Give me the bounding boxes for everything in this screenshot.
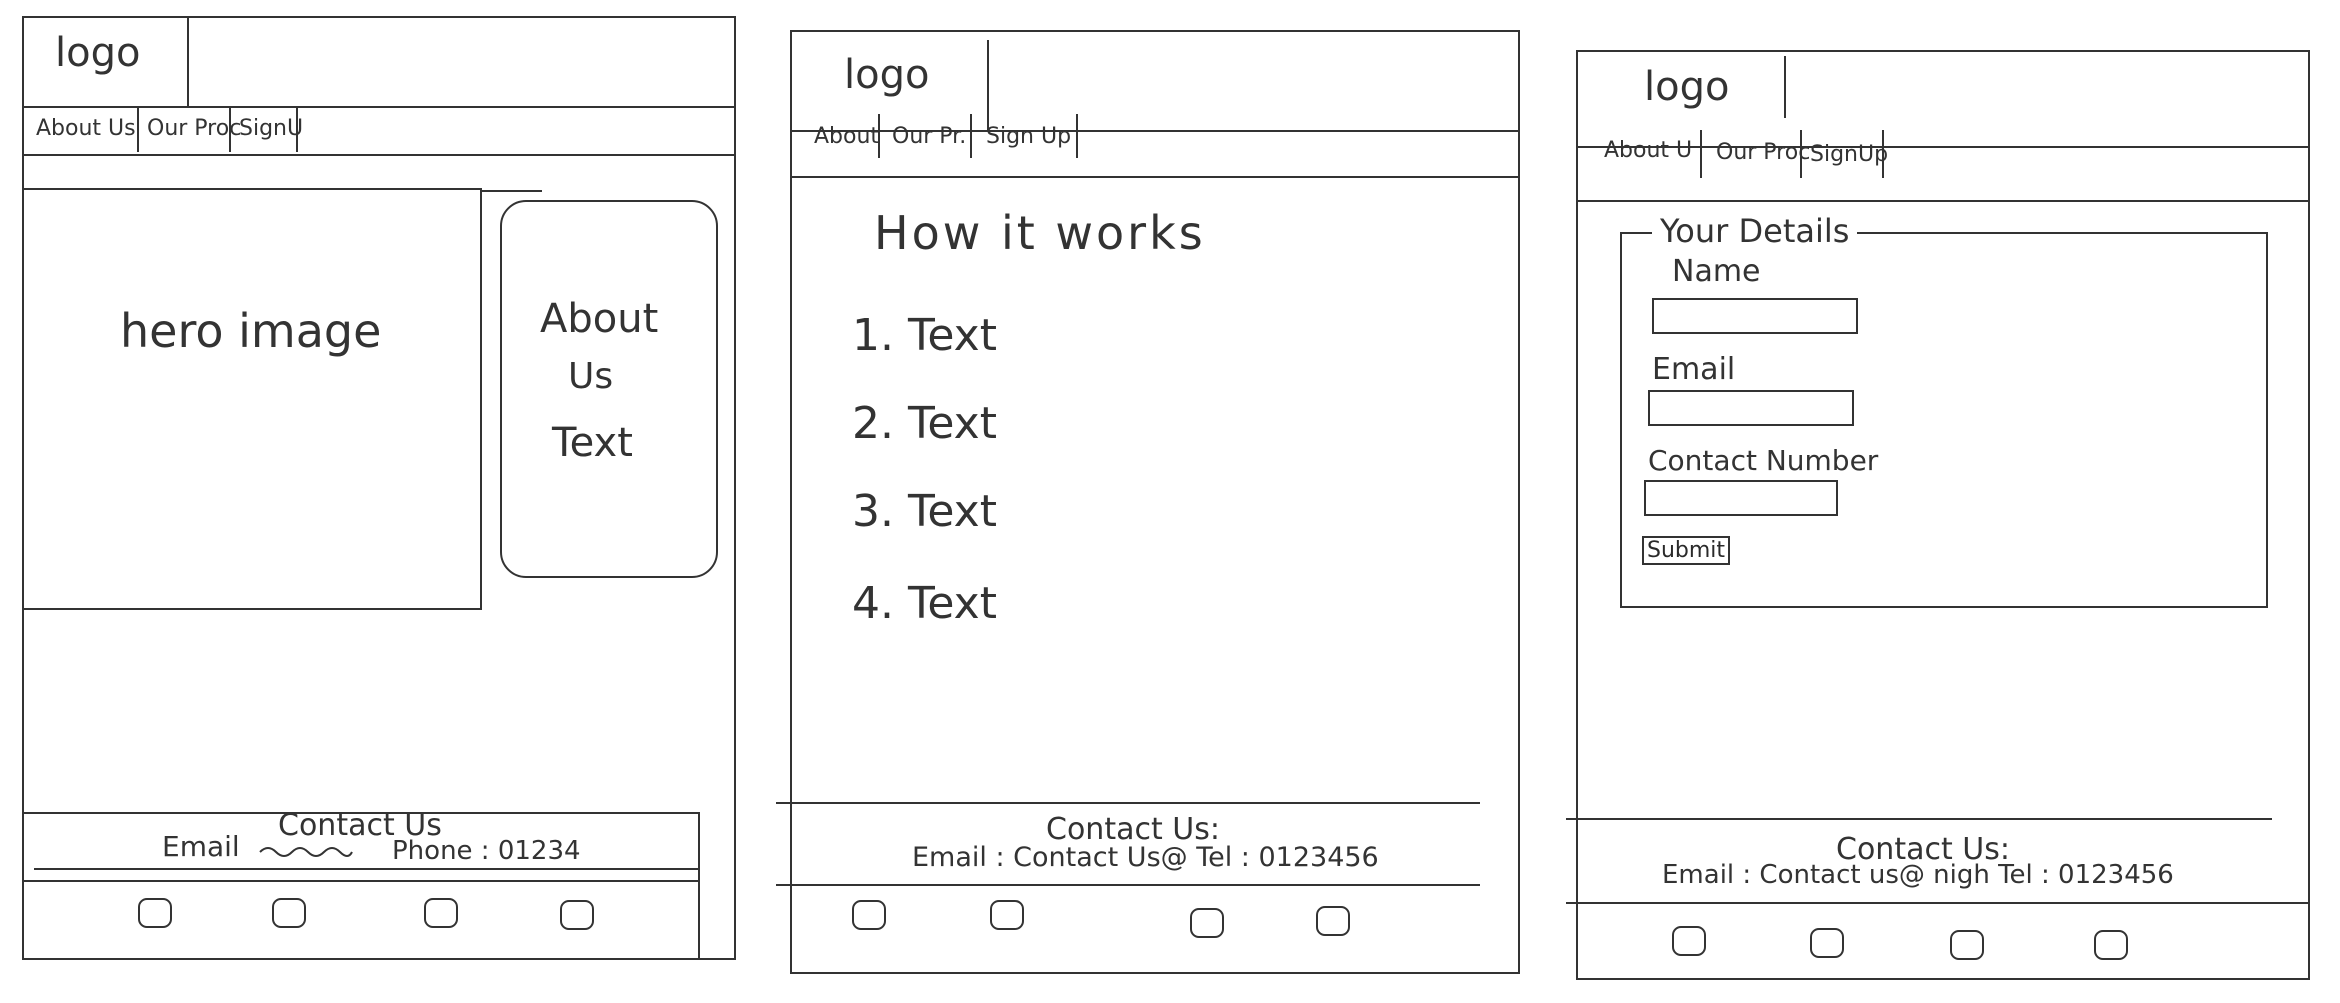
nav-about-us[interactable]: About U — [1604, 138, 1692, 163]
square-icon[interactable] — [2094, 930, 2128, 960]
step-3: 3. Text — [852, 486, 997, 537]
square-icon[interactable] — [424, 898, 458, 928]
hero-image-label: hero image — [120, 304, 382, 358]
footer-email-label: Email — [162, 830, 240, 863]
square-icon[interactable] — [990, 900, 1024, 930]
nav-about-us[interactable]: About Us — [36, 116, 136, 141]
contact-number-label: Contact Number — [1648, 444, 1879, 477]
logo-divider — [987, 40, 989, 130]
nav-divider — [1576, 200, 2310, 202]
name-label: Name — [1672, 254, 1761, 289]
step-1: 1. Text — [852, 310, 997, 361]
nav-divider — [22, 154, 736, 156]
hero-image-placeholder — [22, 188, 482, 610]
about-us-title: About — [540, 296, 659, 342]
logo-divider — [1784, 56, 1786, 118]
footer-top-line — [776, 802, 1480, 804]
hero-top-line — [482, 190, 542, 192]
footer-bottom-line — [22, 880, 698, 882]
fieldset-legend: Your Details — [1652, 212, 1858, 250]
nav-separator — [296, 108, 298, 152]
footer-contact-line: Email : Contact us@ nigh Tel : 0123456 — [1662, 860, 2174, 890]
submit-button[interactable]: Submit — [1642, 536, 1731, 565]
square-icon[interactable] — [1190, 908, 1224, 938]
logo[interactable]: logo — [844, 52, 929, 98]
email-label: Email — [1652, 352, 1736, 387]
square-icon[interactable] — [560, 900, 594, 930]
about-us-text: Text — [552, 420, 633, 466]
nav-our-process[interactable]: Our Pr. — [892, 124, 966, 149]
nav-separator — [970, 114, 972, 158]
footer-top-line — [1566, 818, 2272, 820]
nav-separator — [1800, 130, 1802, 178]
nav-separator — [137, 108, 139, 152]
contact-number-input[interactable] — [1644, 480, 1838, 516]
square-icon[interactable] — [852, 900, 886, 930]
nav-sign-up[interactable]: SignUp — [1810, 142, 1888, 167]
footer-bottom-line — [1566, 902, 2310, 904]
logo[interactable]: logo — [55, 30, 140, 76]
footer-contact-line: Email : Contact Us@ Tel : 0123456 — [912, 842, 1379, 873]
square-icon[interactable] — [1950, 930, 1984, 960]
how-it-works-heading: How it works — [874, 206, 1206, 260]
nav-our-process[interactable]: Our Proc — [147, 116, 241, 141]
square-icon[interactable] — [1316, 906, 1350, 936]
nav-separator — [1076, 114, 1078, 158]
about-us-subtitle: Us — [568, 356, 614, 397]
footer-mid-line — [34, 868, 698, 870]
footer-right-line — [698, 812, 700, 960]
nav-about[interactable]: About — [814, 124, 879, 149]
header-divider — [22, 106, 736, 108]
nav-divider — [790, 176, 1520, 178]
scribble-icon — [259, 847, 353, 857]
nav-separator — [1700, 130, 1702, 178]
step-4: 4. Text — [852, 578, 997, 629]
square-icon[interactable] — [138, 898, 172, 928]
footer-bottom-line — [776, 884, 1480, 886]
logo-divider — [187, 16, 189, 106]
logo[interactable]: logo — [1644, 64, 1729, 110]
step-2: 2. Text — [852, 398, 997, 449]
name-input[interactable] — [1652, 298, 1858, 334]
square-icon[interactable] — [1672, 926, 1706, 956]
nav-sign-up[interactable]: SignU — [239, 116, 303, 141]
nav-our-process[interactable]: Our Proc — [1716, 140, 1810, 165]
nav-sign-up[interactable]: Sign Up — [986, 124, 1071, 149]
email-input[interactable] — [1648, 390, 1854, 426]
nav-separator — [1882, 130, 1884, 178]
square-icon[interactable] — [272, 898, 306, 928]
nav-separator — [878, 114, 880, 158]
nav-separator — [229, 108, 231, 152]
square-icon[interactable] — [1810, 928, 1844, 958]
footer-phone: Phone : 01234 — [392, 836, 581, 866]
